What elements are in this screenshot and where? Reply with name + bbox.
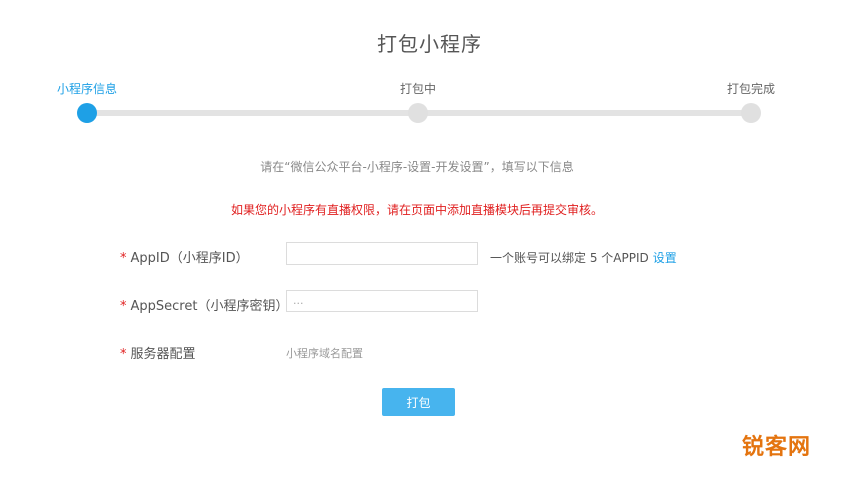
step-dot-done [741,103,761,123]
server-config-label-text: 服务器配置 [130,347,196,362]
appsecret-label: * AppSecret（小程序密钥） [120,295,288,314]
appsecret-input[interactable]: ... [286,290,478,312]
live-warning: 如果您的小程序有直播权限，请在页面中添加直播模块后再提交审核。 [230,203,603,217]
step-dot-packing [408,103,428,123]
page-root: 打包小程序 小程序信息 打包中 打包完成 请在“微信公众平台-小程序-设置-开发… [0,0,859,479]
appid-settings-link[interactable]: 设置 [653,251,677,265]
pack-button[interactable]: 打包 [382,388,455,416]
appid-label-text: AppID（小程序ID） [130,251,249,266]
required-mark: * [120,251,127,266]
step-label-info: 小程序信息 [57,82,118,96]
server-config-label: * 服务器配置 [120,343,196,362]
appid-note-text: 一个账号可以绑定 5 个APPID [490,251,649,265]
appid-note: 一个账号可以绑定 5 个APPID 设置 [490,249,677,266]
page-title: 打包小程序 [377,32,482,56]
appid-input[interactable] [286,242,478,265]
required-mark: * [120,299,127,314]
instruction-hint: 请在“微信公众平台-小程序-设置-开发设置”，填写以下信息 [260,160,574,174]
step-label-done: 打包完成 [727,82,776,96]
step-label-packing: 打包中 [400,82,437,96]
step-dot-info [77,103,97,123]
appid-label: * AppID（小程序ID） [120,247,249,266]
domain-config-link[interactable]: 小程序域名配置 [286,345,363,361]
appsecret-label-text: AppSecret（小程序密钥） [130,299,289,314]
required-mark: * [120,347,127,362]
site-watermark: 锐客网 [741,435,811,460]
